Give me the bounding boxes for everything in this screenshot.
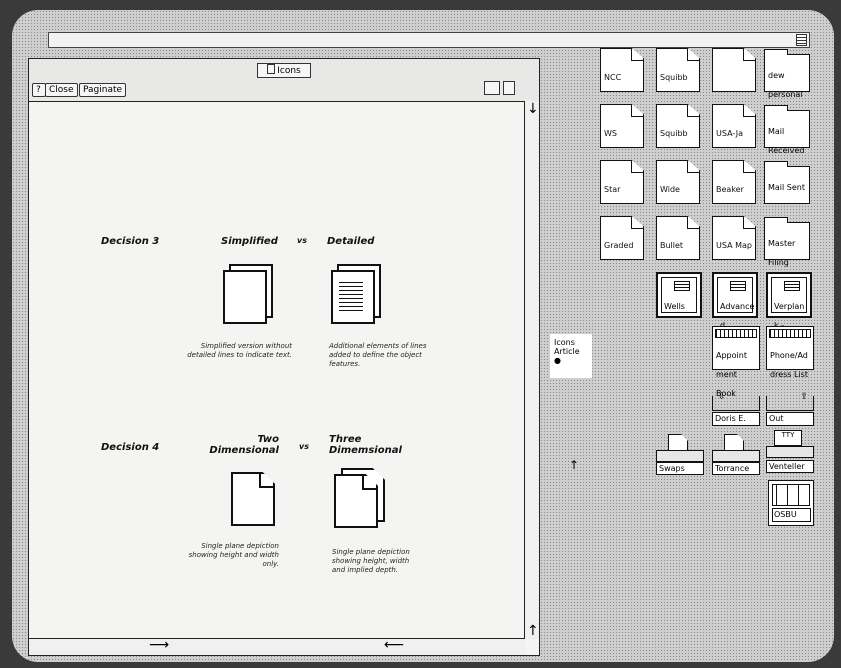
swaps-printer-icon[interactable]: Swaps: [656, 434, 704, 475]
two-dimensional-doc-icon: [231, 472, 275, 526]
decision4-left-title: Two Dimensional: [209, 434, 279, 456]
text-lines: [339, 282, 363, 312]
bullet-slide-icon[interactable]: Bullet Slide: [656, 216, 700, 260]
decision4-right-title: Three Dimemsional: [329, 434, 402, 456]
view-toggle-icon[interactable]: [484, 81, 500, 95]
menu-icon[interactable]: [796, 34, 807, 46]
window-title-text: Icons: [277, 66, 301, 76]
star-documents-icon[interactable]: Star Docum ents: [600, 160, 644, 204]
scroll-left-icon[interactable]: ⟵: [384, 637, 404, 653]
dew-personal-folder-icon[interactable]: dew personal: [764, 49, 810, 99]
decision3-left-caption: Simplified version without detailed line…: [187, 342, 292, 359]
osbu-tools-icon: [772, 484, 810, 506]
simplified-doc-icon: [223, 270, 267, 324]
terminal-screen-icon: TTY: [774, 430, 802, 446]
verplank-puck-icon[interactable]: Verplan k - Puck: [766, 272, 812, 349]
squibb-corporation-2-icon[interactable]: Squibb Corpor ation: [656, 104, 700, 148]
venteller-terminal-icon[interactable]: TTY Venteller: [766, 430, 814, 473]
document-icon: [267, 64, 276, 74]
wells-icon[interactable]: Wells: [656, 272, 702, 318]
pointer-cursor-icon: ↑: [569, 458, 580, 472]
master-filing-folder-icon[interactable]: Master Filing Folder: [764, 217, 810, 286]
usa-map-icon[interactable]: USA Map: [712, 216, 756, 260]
scroll-right-icon[interactable]: ⟶: [149, 637, 169, 653]
up-arrow-icon: ⇧: [800, 392, 808, 402]
decision3-right-title: Detailed: [327, 236, 375, 247]
decision3-right-caption: Additional elements of lines added to de…: [329, 342, 427, 368]
advanced-icon[interactable]: Advance d: [712, 272, 758, 330]
blank-doc-icon[interactable]: [712, 48, 756, 92]
window-titlebar: Icons ? Close Paginate: [29, 59, 539, 102]
vertical-scrollbar[interactable]: ↓ ↑: [524, 101, 539, 639]
decision4-vs: vs: [299, 442, 309, 451]
mail-sent-folder-icon[interactable]: Mail Sent: [764, 161, 810, 204]
decision3-label: Decision 3: [101, 236, 160, 247]
squibb-corporation-icon[interactable]: Squibb Corpor ation: [656, 48, 700, 92]
document-content: Decision 3 Simplified vs Detailed Simpli…: [29, 102, 524, 638]
scroll-up-icon[interactable]: ↑: [527, 623, 539, 639]
decision4-left-caption: Single plane depiction showing height an…: [188, 542, 279, 568]
decision4-label: Decision 4: [101, 442, 160, 453]
ncc-demo-doc-icon[interactable]: NCC Demo Doc: [600, 48, 644, 92]
beaker-graph-icon[interactable]: Beaker Graph: [712, 160, 756, 204]
graded-chart-icon[interactable]: Graded Chart: [600, 216, 644, 260]
icons-article-line1: Icons: [554, 338, 575, 347]
detailed-doc-icon: [331, 270, 375, 324]
paginate-button[interactable]: Paginate: [79, 83, 127, 97]
icons-article-line2: Article: [554, 347, 580, 356]
dot-icon: ●: [554, 356, 561, 365]
outbox-tray-icon[interactable]: ⇧: [766, 392, 814, 411]
help-button[interactable]: ?: [32, 83, 46, 97]
horizontal-scrollbar[interactable]: ⟶ ⟵: [29, 637, 525, 655]
out-label[interactable]: Out: [766, 412, 814, 426]
decision3-vs: vs: [297, 236, 307, 245]
wide-table-icon[interactable]: Wide Table: [656, 160, 700, 204]
appointment-book-icon[interactable]: Appoint ment Book: [712, 326, 760, 398]
decision4-right-caption: Single plane depiction showing height, w…: [332, 548, 410, 574]
decision3-left-title: Simplified: [221, 236, 278, 247]
close-button[interactable]: Close: [45, 83, 78, 97]
three-dimensional-doc-icon: [334, 474, 378, 528]
mail-received-folder-icon[interactable]: Mail Received: [764, 105, 810, 155]
icons-article-icon[interactable]: Icons Article ●: [550, 334, 592, 378]
down-arrow-icon: ⇩: [718, 392, 726, 402]
top-bar: [48, 32, 810, 48]
screen: Icons ? Close Paginate ↓ ↑ ⟶ ⟵ Decision …: [12, 10, 834, 662]
inbox-tray-icon[interactable]: ⇩: [712, 392, 760, 411]
scroll-down-icon[interactable]: ↓: [527, 101, 539, 117]
doris-e-label[interactable]: Doris E.: [712, 412, 760, 426]
window-title[interactable]: Icons: [257, 63, 311, 78]
document-window: Icons ? Close Paginate ↓ ↑ ⟶ ⟵ Decision …: [28, 58, 540, 656]
window-menu-icon[interactable]: [503, 81, 515, 95]
osbu-icon[interactable]: OSBU: [768, 480, 814, 526]
usa-japan-conf-icon[interactable]: USA-Ja pan Conf.: [712, 104, 756, 148]
ws-diagram-icon[interactable]: WS Diagra m: [600, 104, 644, 148]
torrance-printer-icon[interactable]: Torrance: [712, 434, 760, 475]
phone-address-list-icon[interactable]: Phone/Ad dress List: [766, 326, 814, 379]
